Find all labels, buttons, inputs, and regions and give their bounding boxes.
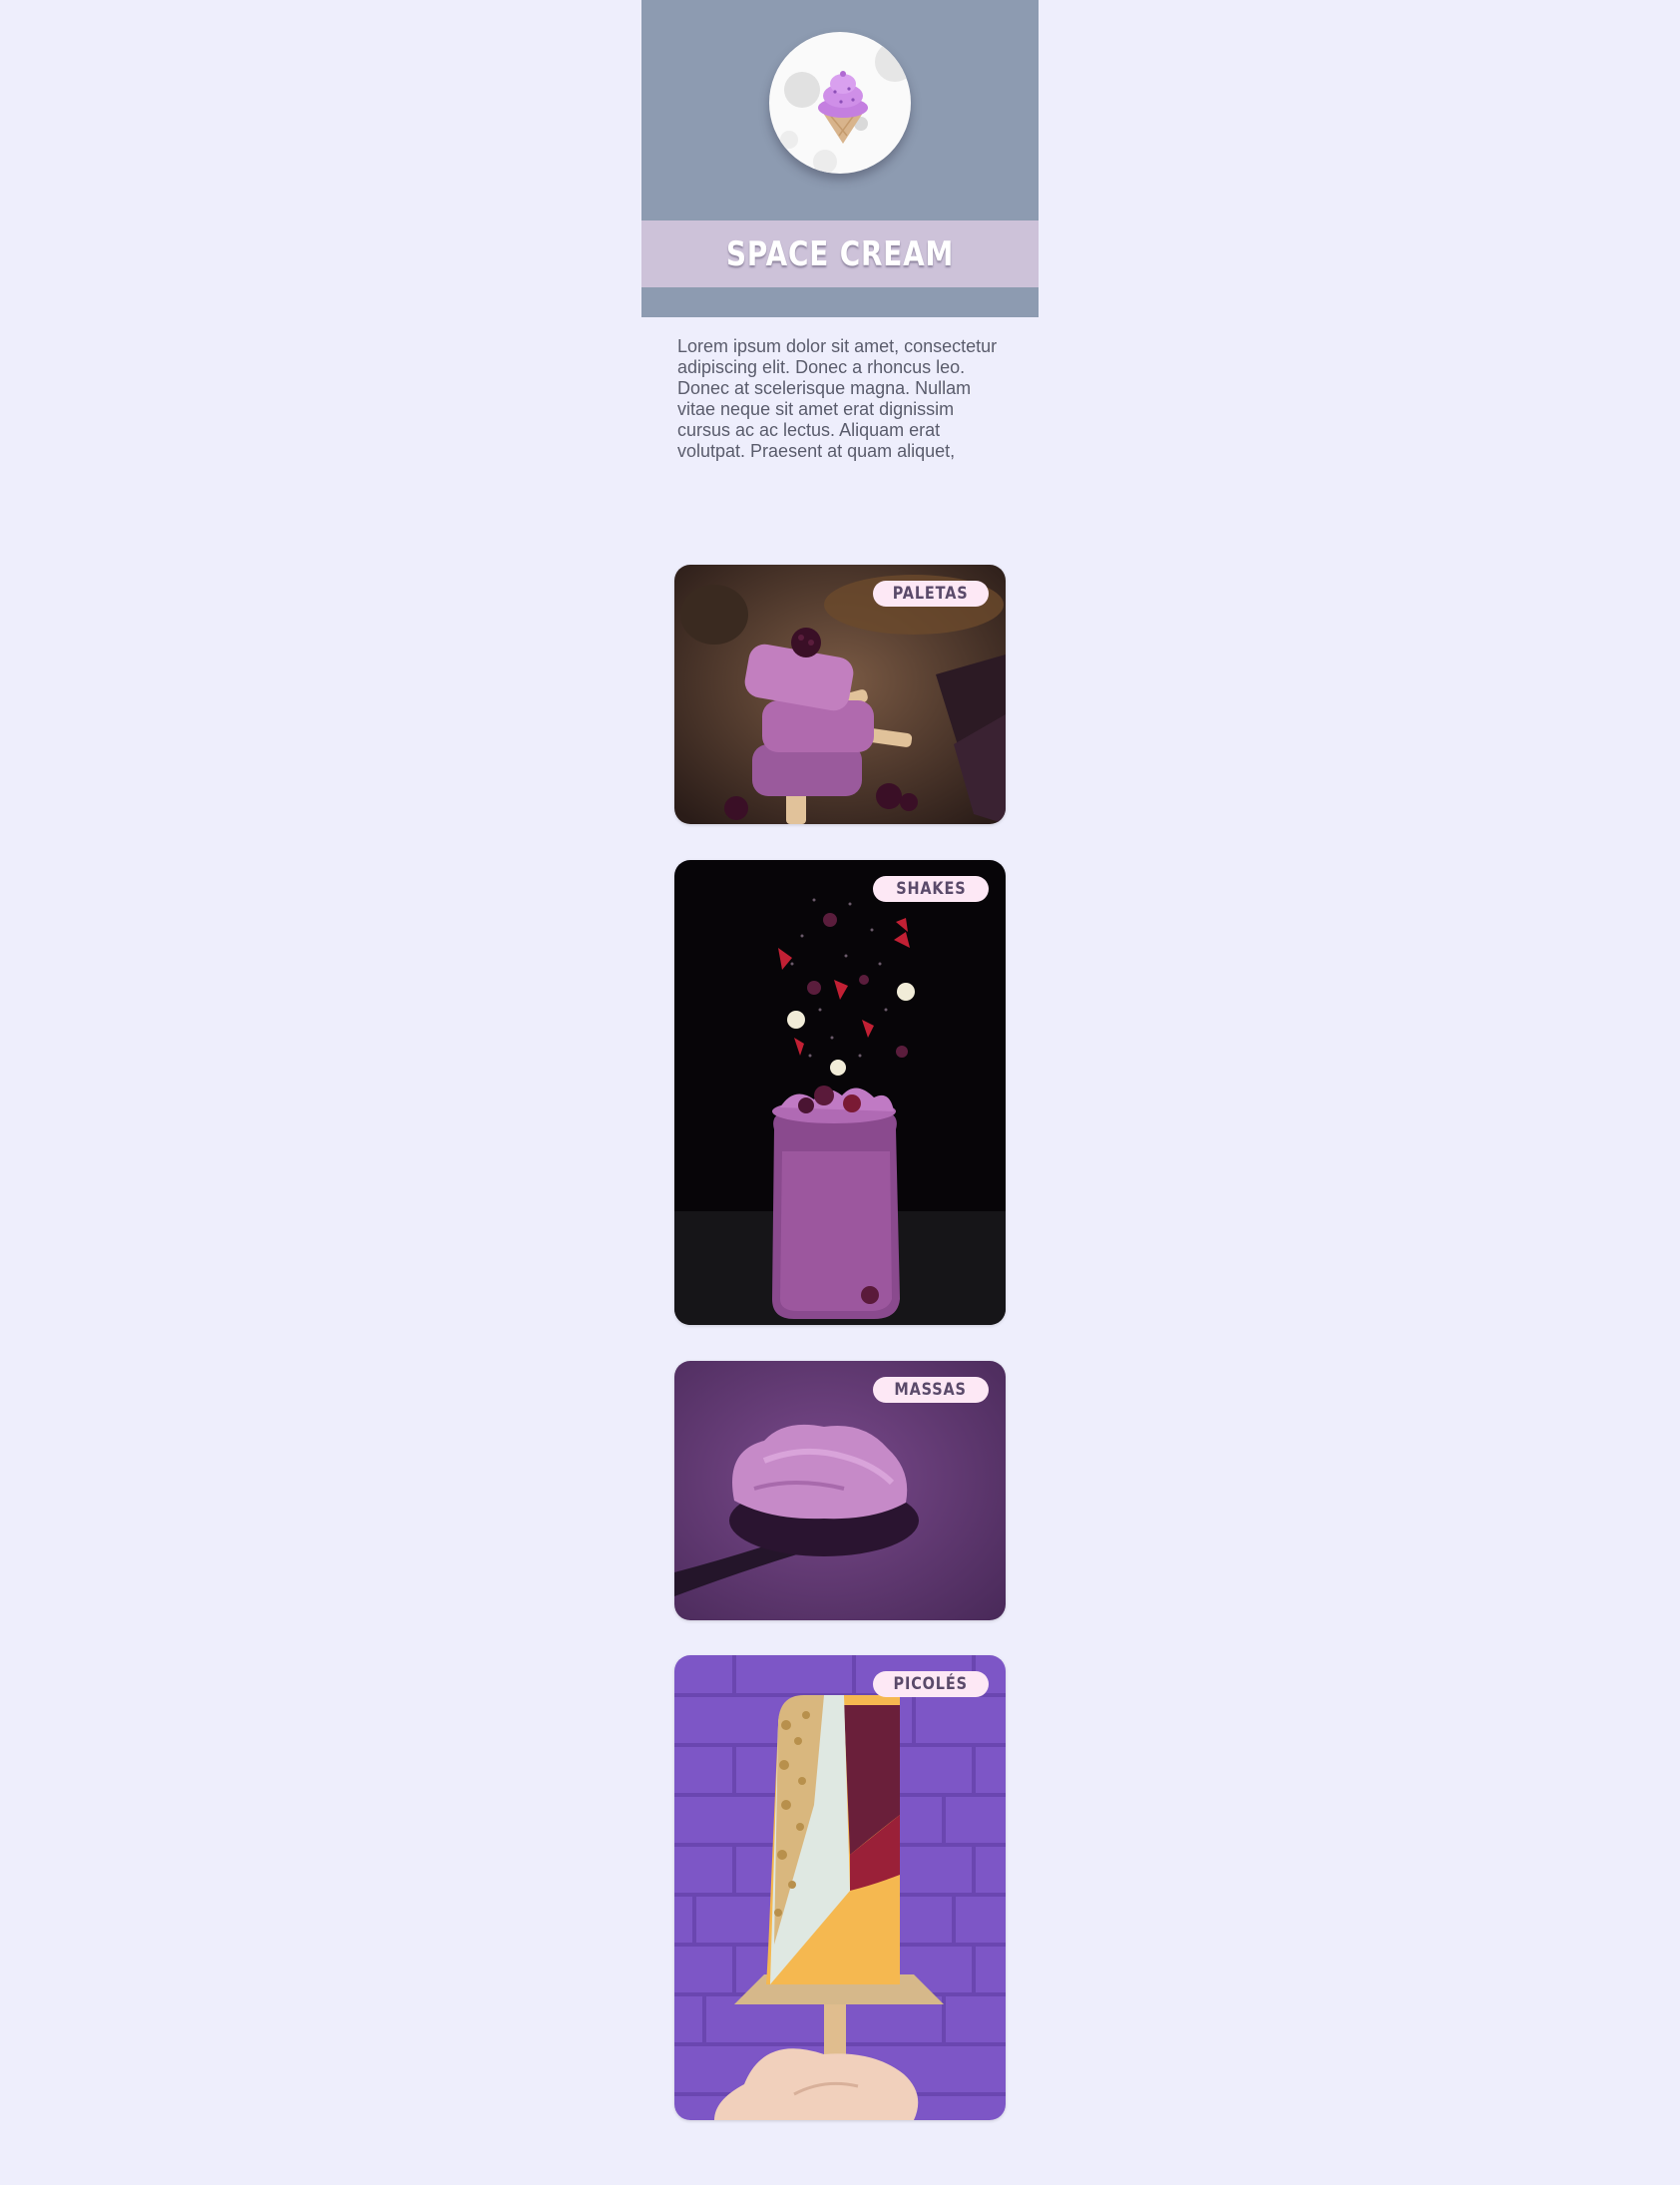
category-label: PICOLÉS [893, 1674, 969, 1694]
category-label: PALETAS [893, 584, 969, 604]
category-pill-paletas: PALETAS [873, 581, 989, 607]
category-pill-massas: MASSAS [873, 1377, 989, 1403]
page-column: SPACE CREAM Lorem ipsum dolor sit amet, … [641, 0, 1039, 2120]
picoles-photo [674, 1655, 1006, 2120]
category-pill-shakes: SHAKES [873, 876, 989, 902]
category-pill-picoles: PICOLÉS [873, 1671, 989, 1697]
shakes-photo [674, 860, 1006, 1325]
category-label: SHAKES [895, 879, 967, 899]
brand-logo[interactable] [769, 32, 911, 174]
category-card-picoles[interactable]: PICOLÉS [674, 1655, 1006, 2120]
brand-title: SPACE CREAM [725, 233, 955, 274]
brand-title-band: SPACE CREAM [641, 220, 1039, 287]
hero-header: SPACE CREAM [641, 0, 1039, 317]
intro-text: Lorem ipsum dolor sit amet, consectetur … [677, 336, 998, 461]
category-card-paletas[interactable]: PALETAS [674, 565, 1006, 824]
category-card-massas[interactable]: MASSAS [674, 1361, 1006, 1620]
category-card-shakes[interactable]: SHAKES [674, 860, 1006, 1325]
category-label: MASSAS [894, 1380, 968, 1400]
ice-cream-cone-icon [780, 42, 911, 174]
